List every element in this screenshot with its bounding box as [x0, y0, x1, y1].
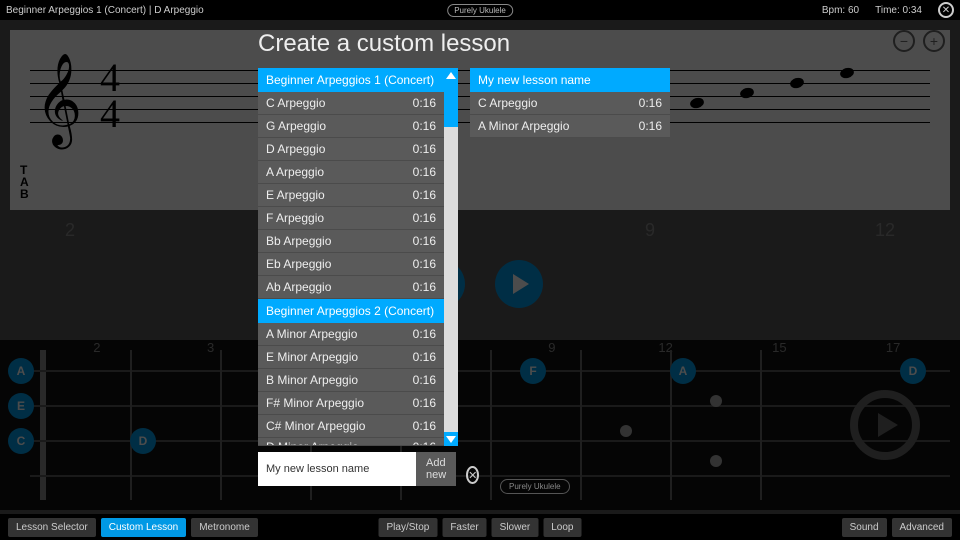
scroll-up-button[interactable] [444, 68, 458, 82]
target-list-header: My new lesson name [470, 68, 670, 92]
tab-label: TAB [20, 164, 29, 200]
loop-button[interactable]: Loop [543, 518, 581, 537]
zoom-out-icon[interactable]: − [893, 30, 915, 52]
source-list-item[interactable]: D Arpeggio0:16 [258, 138, 444, 161]
play-stop-button[interactable]: Play/Stop [379, 518, 438, 537]
source-list-item[interactable]: G Arpeggio0:16 [258, 115, 444, 138]
add-new-button[interactable]: Add new [416, 452, 456, 486]
modal-title: Create a custom lesson [258, 30, 718, 58]
source-group-header: Beginner Arpeggios 2 (Concert) [258, 299, 444, 323]
zoom-in-icon[interactable]: + [923, 30, 945, 52]
custom-lesson-button[interactable]: Custom Lesson [101, 518, 186, 537]
scroll-down-button[interactable] [444, 432, 458, 446]
next-icon[interactable]: › [945, 300, 952, 326]
source-list-item[interactable]: A Arpeggio0:16 [258, 161, 444, 184]
time-display: Time: 0:34 [875, 5, 922, 16]
finger-marker: A [8, 358, 34, 384]
slower-button[interactable]: Slower [492, 518, 539, 537]
source-list-item[interactable]: B Minor Arpeggio0:16 [258, 369, 444, 392]
source-list-item[interactable]: F# Minor Arpeggio0:16 [258, 392, 444, 415]
advanced-button[interactable]: Advanced [892, 518, 952, 537]
source-list-item[interactable]: C# Minor Arpeggio0:16 [258, 415, 444, 438]
finger-marker: D [130, 428, 156, 454]
source-list-item[interactable]: E Arpeggio0:16 [258, 184, 444, 207]
prev-icon[interactable]: ‹ [8, 300, 15, 326]
source-list-item[interactable]: F Arpeggio0:16 [258, 207, 444, 230]
faster-button[interactable]: Faster [442, 518, 486, 537]
source-list-item[interactable]: Bb Arpeggio0:16 [258, 230, 444, 253]
scroll-track[interactable] [444, 82, 458, 432]
target-list-item[interactable]: C Arpeggio0:16 [470, 92, 670, 115]
app-close-button[interactable]: ✕ [938, 2, 954, 18]
sound-button[interactable]: Sound [842, 518, 887, 537]
source-list-item[interactable]: A Minor Arpeggio0:16 [258, 323, 444, 346]
breadcrumb: Beginner Arpeggios 1 (Concert) | D Arpeg… [6, 5, 204, 16]
scrollbar[interactable] [444, 68, 458, 446]
metronome-button[interactable]: Metronome [191, 518, 258, 537]
lesson-selector-button[interactable]: Lesson Selector [8, 518, 96, 537]
scroll-thumb[interactable] [444, 82, 458, 127]
source-list-item[interactable]: D Minor Arpeggio0:16 [258, 438, 444, 446]
time-signature: 44 [100, 60, 120, 132]
treble-clef-icon: 𝄞 [35, 55, 82, 146]
source-list-item[interactable]: Eb Arpeggio0:16 [258, 253, 444, 276]
target-list-item[interactable]: A Minor Arpeggio0:16 [470, 115, 670, 138]
create-custom-lesson-modal: Create a custom lesson Beginner Arpeggio… [258, 30, 718, 486]
lesson-name-input[interactable] [258, 452, 416, 486]
source-group-header: Beginner Arpeggios 1 (Concert) [258, 68, 444, 92]
bpm-display: Bpm: 60 [822, 5, 859, 16]
app-logo: Purely Ukulele [447, 4, 513, 17]
source-list-item[interactable]: C Arpeggio0:16 [258, 92, 444, 115]
scroll-right-icon[interactable] [850, 390, 920, 460]
finger-marker: E [8, 393, 34, 419]
breadcrumb-lesson: Beginner Arpeggios 1 (Concert) [6, 5, 146, 16]
source-list-item[interactable]: Ab Arpeggio0:16 [258, 276, 444, 299]
top-bar: Beginner Arpeggios 1 (Concert) | D Arpeg… [0, 0, 960, 20]
target-lesson-list: My new lesson name C Arpeggio0:16A Minor… [470, 68, 670, 486]
finger-marker: C [8, 428, 34, 454]
bottom-bar: Lesson Selector Custom Lesson Metronome … [0, 514, 960, 540]
finger-marker: D [900, 358, 926, 384]
source-list-item[interactable]: E Minor Arpeggio0:16 [258, 346, 444, 369]
source-lesson-list: Beginner Arpeggios 1 (Concert)C Arpeggio… [258, 68, 444, 446]
breadcrumb-item: D Arpeggio [154, 5, 203, 16]
